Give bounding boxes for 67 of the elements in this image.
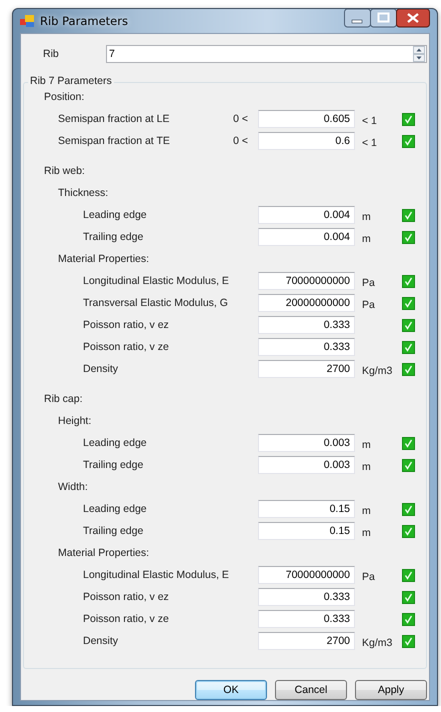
section-heading: Rib web: bbox=[44, 165, 85, 177]
range-label: 0 < bbox=[233, 135, 248, 147]
section-heading: Position: bbox=[44, 91, 84, 103]
section-heading: Thickness: bbox=[58, 187, 108, 199]
minimize-button[interactable] bbox=[344, 9, 371, 28]
input-field[interactable]: 0.605 bbox=[258, 110, 355, 128]
unit-label: < 1 bbox=[362, 114, 377, 126]
field-label: Trailing edge bbox=[82, 231, 144, 243]
dialog-button[interactable]: OK bbox=[195, 680, 267, 700]
spin-arrows-icon[interactable] bbox=[413, 46, 425, 62]
input-field[interactable]: 0.333 bbox=[258, 588, 355, 606]
unit-label: m bbox=[362, 460, 371, 472]
input-field[interactable]: 0.15 bbox=[258, 522, 355, 540]
section-heading: Material Properties: bbox=[58, 253, 150, 265]
input-field[interactable]: 0.333 bbox=[258, 338, 355, 356]
app-icon bbox=[20, 14, 36, 28]
unit-label: m bbox=[362, 526, 371, 538]
input-field[interactable]: 0.004 bbox=[258, 206, 355, 224]
window-title: Rib Parameters bbox=[40, 14, 129, 28]
input-field[interactable]: 0.333 bbox=[258, 316, 355, 334]
input-field[interactable]: 20000000000 bbox=[258, 294, 355, 312]
input-field[interactable]: 0.003 bbox=[258, 456, 355, 474]
input-field[interactable]: 2700 bbox=[258, 632, 355, 650]
input-field[interactable]: 70000000000 bbox=[258, 566, 355, 584]
input-field[interactable]: 0.003 bbox=[258, 434, 355, 452]
dialog-button[interactable]: Cancel bbox=[275, 680, 347, 700]
unit-label: < 1 bbox=[362, 136, 377, 148]
unit-label: Kg/m3 bbox=[362, 364, 392, 376]
unit-label: Pa bbox=[362, 298, 375, 310]
section-heading: Height: bbox=[58, 415, 92, 427]
input-field[interactable]: 0.6 bbox=[258, 132, 355, 150]
group-title: Rib 7 Parameters bbox=[28, 75, 114, 87]
unit-label: Pa bbox=[362, 276, 375, 288]
section-heading: Rib cap: bbox=[44, 393, 83, 405]
unit-label: m bbox=[362, 438, 371, 450]
input-field[interactable]: 0.004 bbox=[258, 228, 355, 246]
field-label: Leading edge bbox=[82, 503, 148, 515]
unit-label: Pa bbox=[362, 570, 375, 582]
field-label: Trailing edge bbox=[82, 525, 144, 537]
field-label: Transversal Elastic Modulus, G bbox=[82, 297, 225, 309]
rib-spinner[interactable]: 7 bbox=[106, 45, 427, 63]
field-label: Leading edge bbox=[82, 209, 148, 221]
field-label: Semispan fraction at TE bbox=[57, 135, 171, 147]
unit-label: Kg/m3 bbox=[362, 636, 392, 648]
maximize-button[interactable] bbox=[370, 9, 397, 28]
section-heading: Material Properties: bbox=[58, 547, 150, 559]
field-label: Density bbox=[82, 363, 120, 375]
field-label: Poisson ratio, v ze bbox=[82, 613, 170, 625]
field-label: Poisson ratio, v ez bbox=[82, 591, 170, 603]
input-field[interactable]: 70000000000 bbox=[258, 272, 355, 290]
unit-label: m bbox=[362, 210, 371, 222]
section-heading: Width: bbox=[58, 481, 88, 493]
input-field[interactable]: 0.333 bbox=[258, 610, 355, 628]
field-label: Density bbox=[82, 635, 120, 647]
dialog-button[interactable]: Apply bbox=[355, 680, 427, 700]
field-label: Trailing edge bbox=[82, 459, 144, 471]
field-label: Poisson ratio, v ez bbox=[82, 319, 170, 331]
range-label: 0 < bbox=[233, 113, 248, 125]
input-field[interactable]: 2700 bbox=[258, 360, 355, 378]
unit-label: m bbox=[362, 232, 371, 244]
field-label: Semispan fraction at LE bbox=[57, 113, 170, 125]
input-field[interactable]: 0.15 bbox=[258, 500, 355, 518]
field-label: Poisson ratio, v ze bbox=[82, 341, 170, 353]
unit-label: m bbox=[362, 504, 371, 516]
field-label: Leading edge bbox=[82, 437, 148, 449]
rib-label: Rib bbox=[43, 48, 60, 60]
close-button[interactable] bbox=[396, 9, 430, 28]
